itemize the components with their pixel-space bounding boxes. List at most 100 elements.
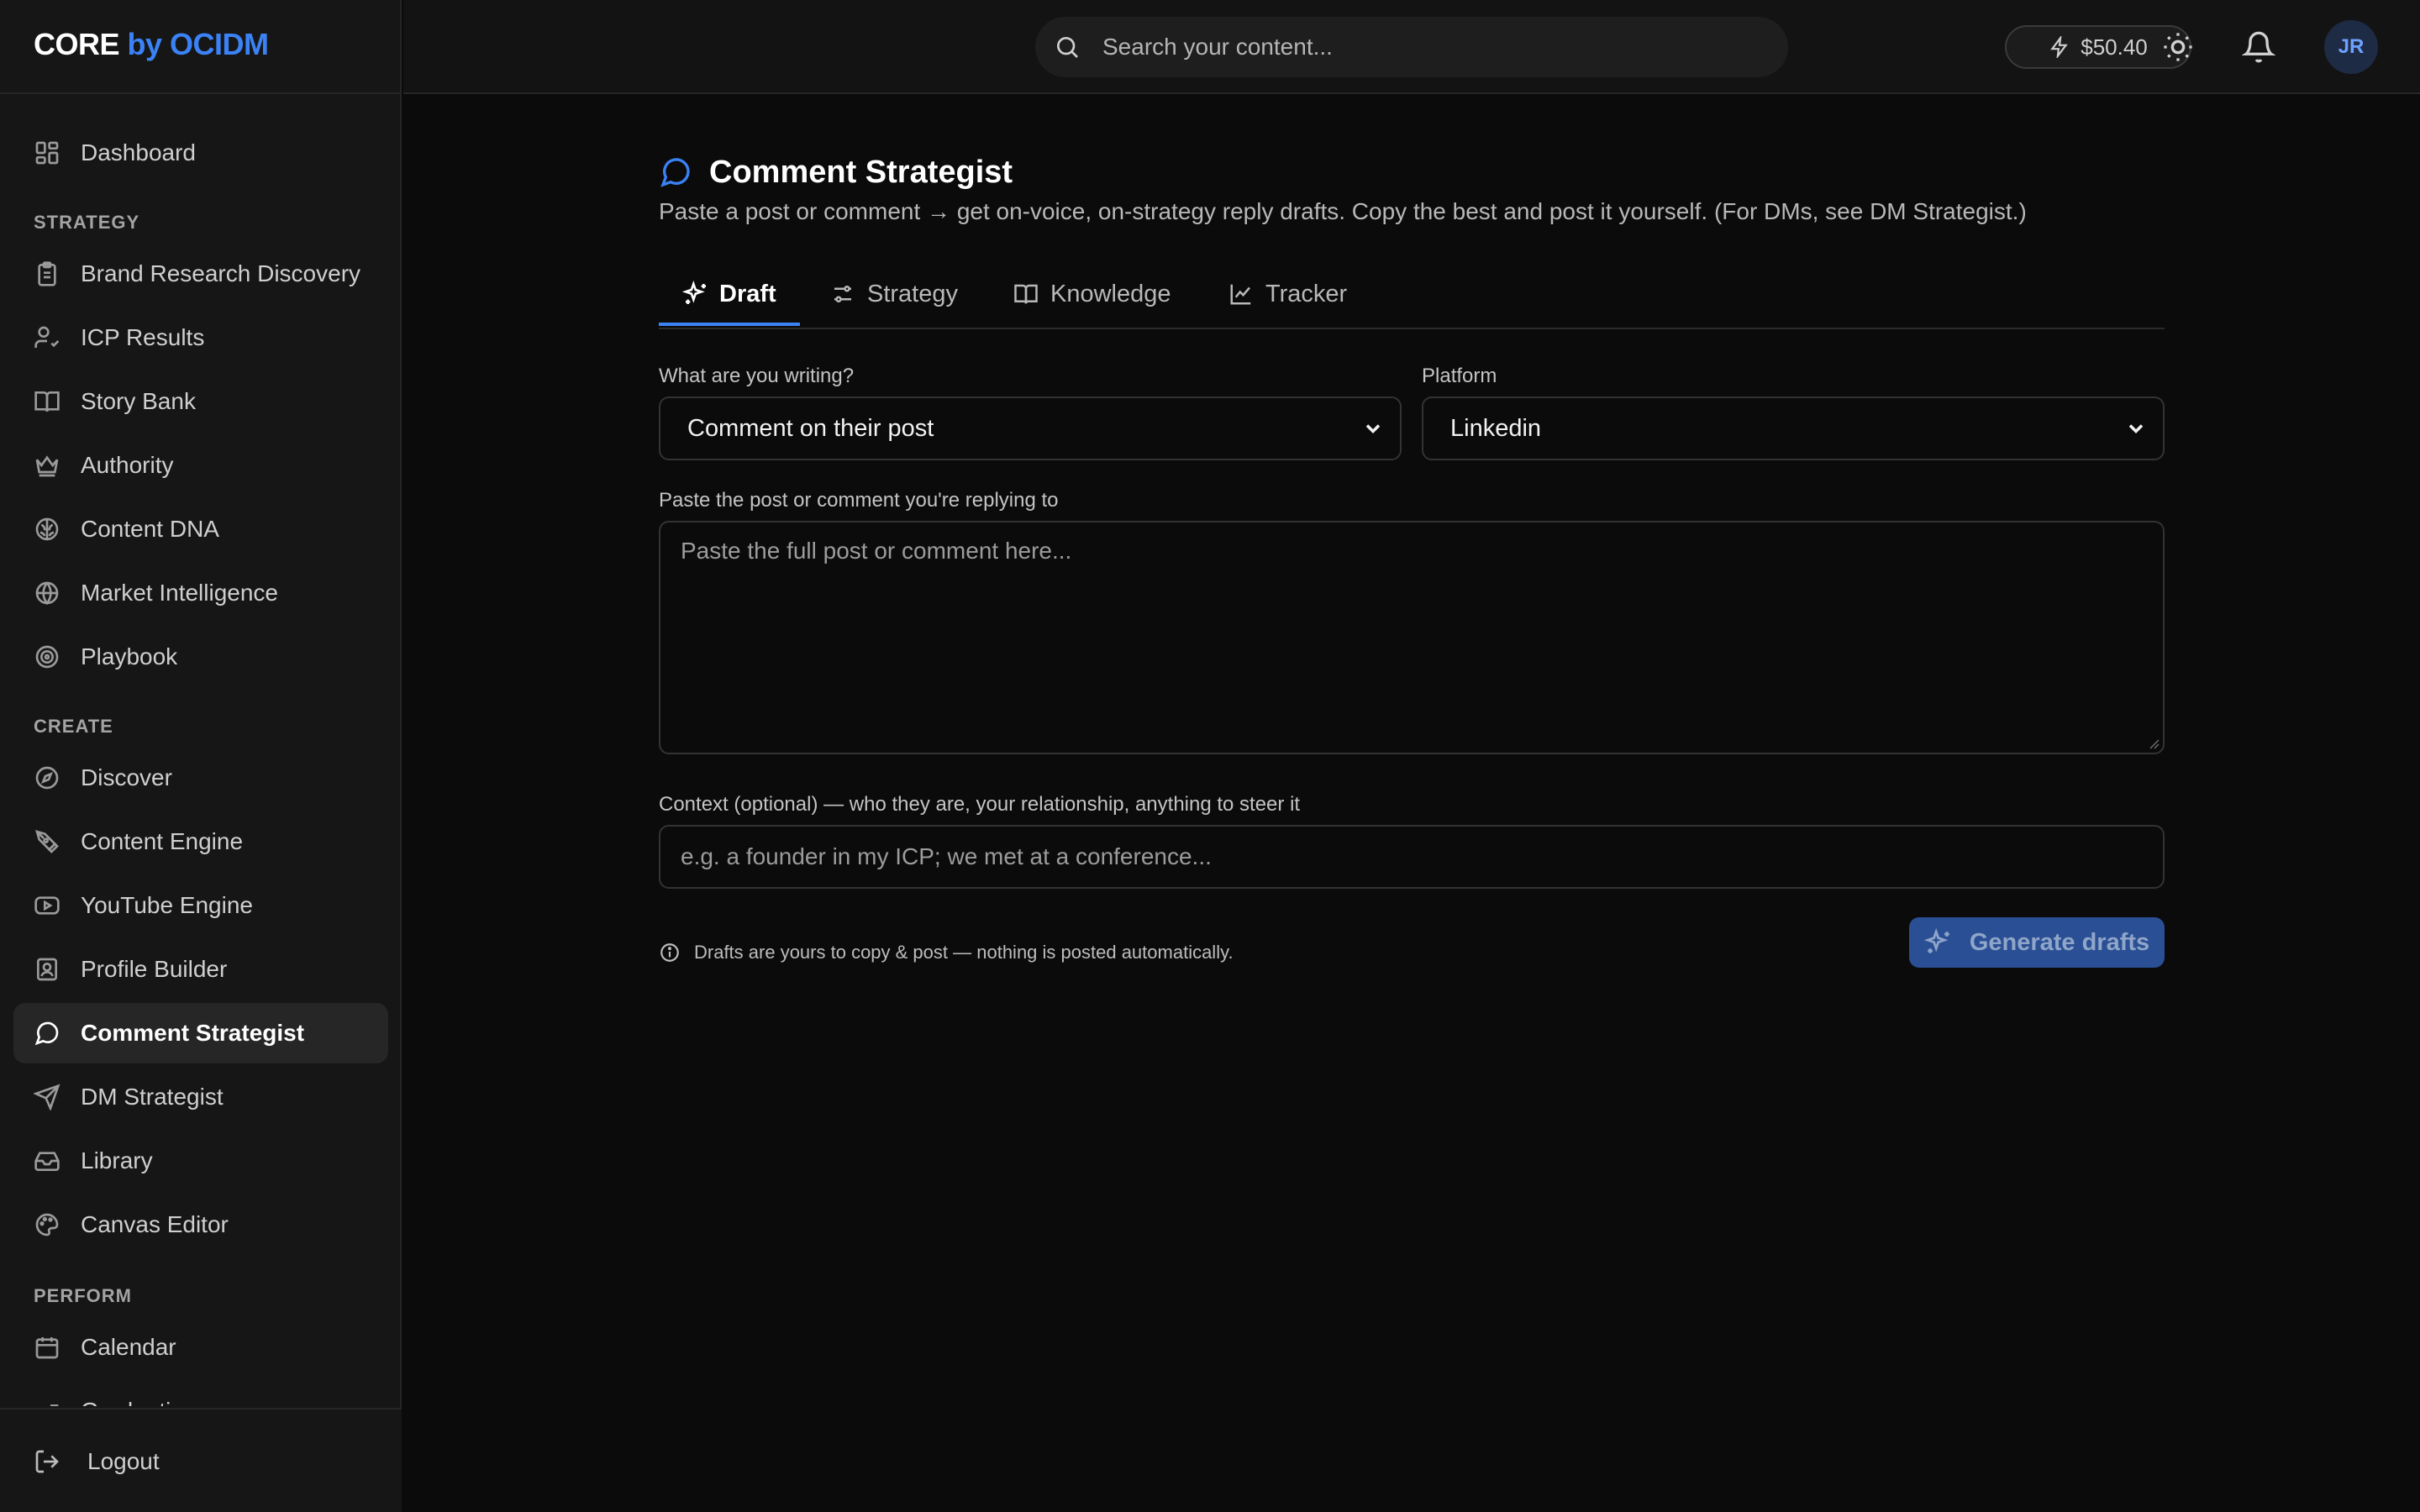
brand-logo[interactable]: CORE by OCIDM	[34, 27, 269, 67]
brand-name: CORE	[34, 27, 120, 61]
platform-select[interactable]: Linkedin	[1422, 396, 2165, 460]
tab-draft[interactable]: Draft	[682, 259, 776, 329]
topbar: $50.40 JR	[403, 0, 2420, 94]
platform-label: Platform	[1422, 365, 1497, 387]
context-placeholder: e.g. a founder in my ICP; we met at a co…	[681, 843, 1212, 869]
sidebar-item-discover[interactable]: Discover	[13, 748, 388, 808]
sidebar-item-label: DM Strategist	[81, 1084, 224, 1110]
search-icon	[1054, 32, 1084, 62]
drafts-note: Drafts are yours to copy & post — nothin…	[659, 941, 1234, 964]
sidebar-item-youtube-engine[interactable]: YouTube Engine	[13, 875, 388, 936]
logout-button[interactable]: Logout	[34, 1441, 160, 1482]
tab-strategy[interactable]: Strategy	[830, 259, 958, 329]
generate-drafts-button[interactable]: Generate drafts	[1909, 917, 2165, 968]
sidebar-item-canvas-editor[interactable]: Canvas Editor	[13, 1194, 388, 1255]
message-circle-icon	[659, 155, 694, 190]
tab-tracker[interactable]: Tracker	[1228, 259, 1347, 329]
notifications-button[interactable]	[2238, 27, 2279, 67]
tab-label: Knowledge	[1050, 280, 1171, 307]
send-icon	[34, 1084, 60, 1110]
sidebar-item-story-bank[interactable]: Story Bank	[13, 371, 388, 432]
sidebar-item-label: Authority	[81, 452, 174, 478]
writing-type-label: What are you writing?	[659, 365, 855, 387]
sidebar-item-dashboard[interactable]: Dashboard	[13, 123, 388, 183]
drafts-note-text: Drafts are yours to copy & post — nothin…	[694, 942, 1234, 963]
zap-icon	[2049, 35, 2072, 59]
calendar-icon	[34, 1334, 60, 1361]
tab-label: Tracker	[1265, 280, 1348, 307]
writing-type-select[interactable]: Comment on their post	[659, 396, 1402, 460]
log-out-icon	[34, 1446, 64, 1477]
chevron-down-icon	[1361, 417, 1385, 440]
section-strategy-heading: STRATEGY	[34, 212, 140, 233]
info-icon	[659, 941, 682, 964]
sidebar-item-calendar[interactable]: Calendar	[13, 1317, 388, 1378]
contact-icon	[34, 956, 60, 983]
sidebar-item-label: Story Bank	[81, 388, 196, 414]
pen-tool-icon	[34, 828, 60, 855]
platform-value: Linkedin	[1450, 414, 1542, 442]
sidebar-item-brand-research-discovery[interactable]: Brand Research Discovery	[13, 244, 388, 304]
layout-dashboard-icon	[34, 139, 60, 166]
credits-value: $50.40	[2081, 34, 2148, 60]
sidebar-item-label: Content DNA	[81, 516, 219, 542]
compass-icon	[34, 764, 60, 791]
theme-toggle-button[interactable]	[2158, 27, 2198, 67]
sidebar-item-dm-strategist[interactable]: DM Strategist	[13, 1067, 388, 1127]
brain-icon	[34, 516, 60, 543]
sidebar-item-label: Canvas Editor	[81, 1211, 229, 1237]
palette-icon	[34, 1211, 60, 1238]
logout-bar: Logout	[0, 1408, 402, 1512]
sidebar-item-playbook[interactable]: Playbook	[13, 627, 388, 687]
sparkles-icon	[682, 281, 709, 307]
sidebar-item-graduation[interactable]: Graduation	[13, 1381, 388, 1406]
search-input[interactable]	[1102, 34, 1758, 60]
section-perform-heading: PERFORM	[34, 1285, 132, 1306]
sidebar-item-profile-builder[interactable]: Profile Builder	[13, 939, 388, 1000]
target-icon	[34, 643, 60, 670]
page-header: Comment Strategist	[659, 151, 1013, 193]
paste-post-label: Paste the post or comment you're replyin…	[659, 489, 1059, 512]
avatar[interactable]: JR	[2324, 20, 2378, 74]
paste-post-textarea[interactable]: Paste the full post or comment here...	[659, 521, 2165, 754]
paste-post-placeholder: Paste the full post or comment here...	[681, 538, 1072, 564]
sidebar-item-label: Graduation	[81, 1398, 197, 1406]
sidebar-item-library[interactable]: Library	[13, 1131, 388, 1191]
search-bar[interactable]	[1035, 17, 1788, 77]
sidebar-item-label: Comment Strategist	[81, 1020, 305, 1046]
sidebar-item-label: Profile Builder	[81, 956, 228, 982]
sidebar-item-label: Discover	[81, 764, 172, 790]
sidebar-item-authority[interactable]: Authority	[13, 435, 388, 496]
sidebar-item-label: Market Intelligence	[81, 580, 279, 606]
tab-label: Draft	[719, 280, 776, 307]
sparkles-icon	[1923, 928, 1953, 957]
crown-icon	[34, 452, 60, 479]
active-tab-indicator	[659, 323, 800, 326]
chevron-down-icon	[2124, 417, 2148, 440]
sidebar-item-label: Dashboard	[81, 139, 196, 165]
section-create-heading: CREATE	[34, 716, 113, 737]
user-check-icon	[34, 324, 60, 351]
sidebar-item-label: Content Engine	[81, 828, 244, 854]
sidebar-item-market-intelligence[interactable]: Market Intelligence	[13, 563, 388, 623]
sidebar-item-comment-strategist[interactable]: Comment Strategist	[13, 1003, 388, 1063]
clipboard-icon	[34, 260, 60, 287]
context-input[interactable]: e.g. a founder in my ICP; we met at a co…	[659, 825, 2165, 889]
tab-knowledge[interactable]: Knowledge	[1013, 259, 1171, 329]
book-open-icon	[34, 388, 60, 415]
sidebar-item-content-dna[interactable]: Content DNA	[13, 499, 388, 559]
sidebar-item-icp-results[interactable]: ICP Results	[13, 307, 388, 368]
tab-label: Strategy	[867, 280, 958, 307]
sidebar-nav: Dashboard STRATEGY Brand Research Discov…	[0, 94, 402, 1406]
tab-bar: Draft Strategy Knowledge Tracker	[659, 259, 2165, 329]
sidebar-item-content-engine[interactable]: Content Engine	[13, 811, 388, 872]
bell-icon	[2242, 30, 2275, 64]
sidebar-item-label: ICP Results	[81, 324, 205, 350]
inbox-icon	[34, 1147, 60, 1174]
sliders-icon	[830, 281, 857, 307]
brand-suffix: by OCIDM	[127, 27, 270, 61]
resize-handle-icon[interactable]	[2146, 736, 2160, 749]
youtube-icon	[34, 892, 60, 919]
app-root: CORE by OCIDM Dashboard STRATEGY Brand R…	[0, 0, 2420, 1512]
page-subtitle: Paste a post or comment → get on-voice, …	[659, 198, 2027, 224]
